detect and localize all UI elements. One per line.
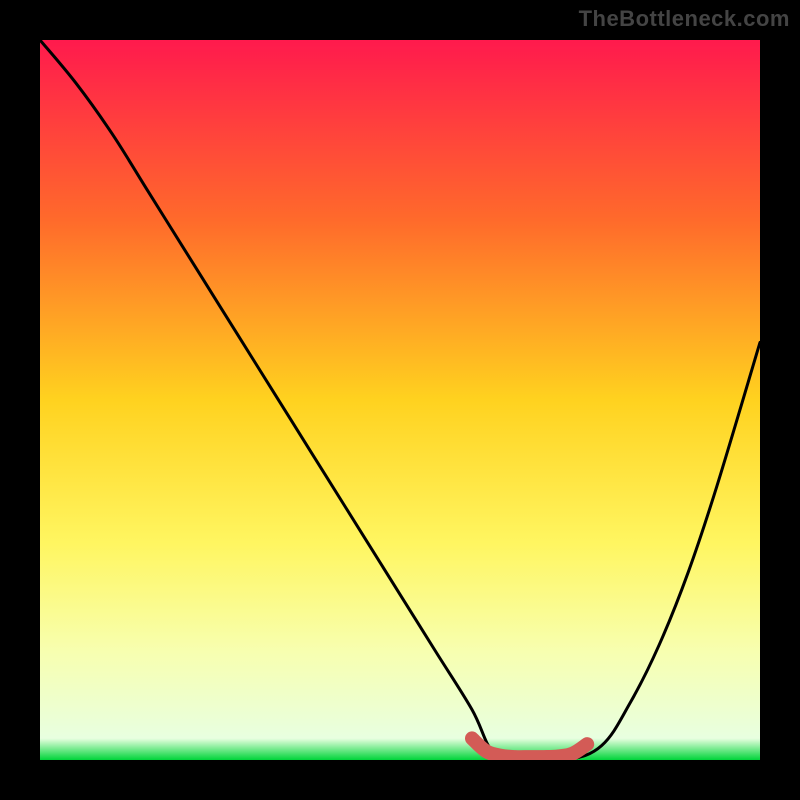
gradient-background [40,40,760,760]
chart-svg [40,40,760,760]
watermark-text: TheBottleneck.com [579,6,790,32]
chart-frame: TheBottleneck.com [0,0,800,800]
plot-area [40,40,760,760]
